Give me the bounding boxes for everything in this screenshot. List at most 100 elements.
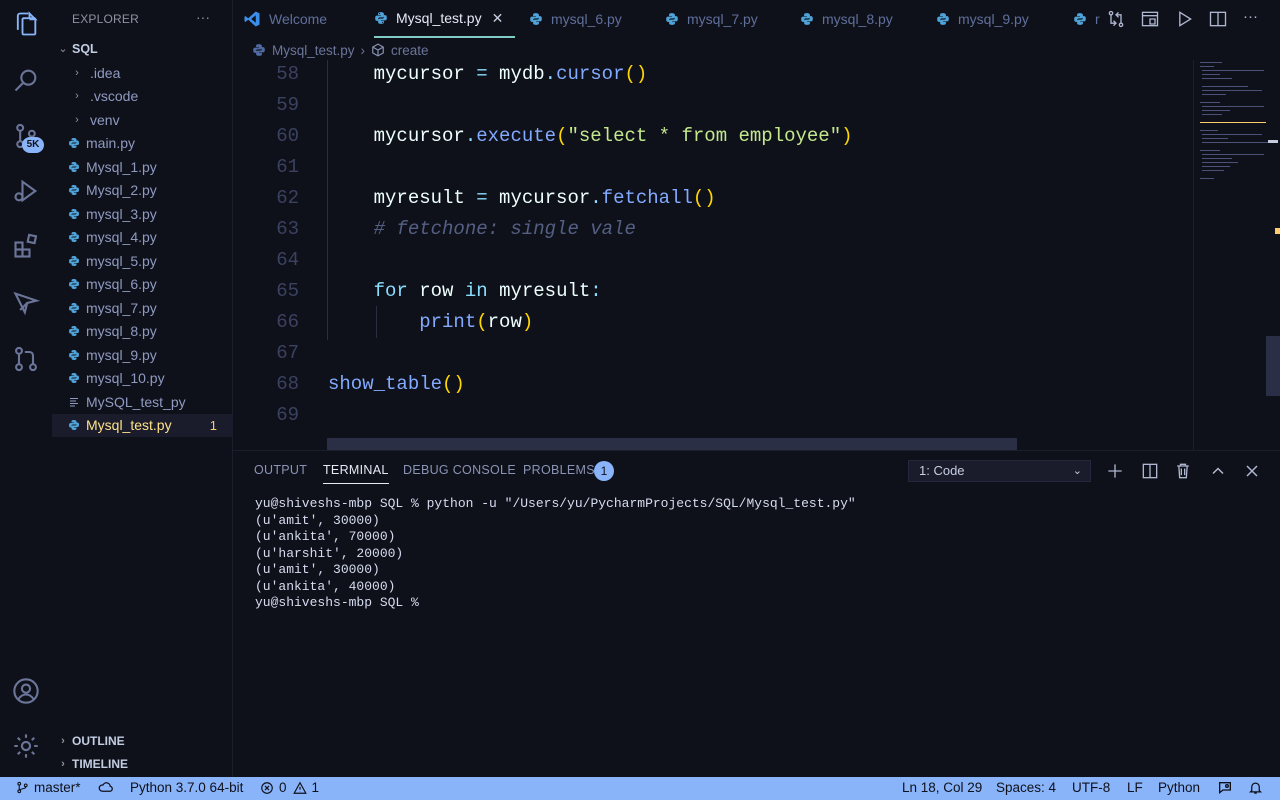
language-mode[interactable]: Python xyxy=(1158,780,1200,795)
scrollbar-thumb[interactable] xyxy=(1266,336,1280,396)
encoding[interactable]: UTF-8 xyxy=(1072,780,1110,795)
pull-request-icon[interactable] xyxy=(10,343,42,375)
tab-overflow[interactable]: r xyxy=(1073,0,1100,38)
tab-problems[interactable]: PROBLEMS xyxy=(523,463,595,477)
editor-tabs: Welcome Mysql_test.py ✕ mysql_6.py mysql… xyxy=(233,0,1280,38)
terminal-line: yu@shiveshs-mbp SQL % python -u "/Users/… xyxy=(255,496,856,511)
more-actions-icon[interactable]: ··· xyxy=(1243,8,1263,28)
horizontal-scrollbar[interactable] xyxy=(327,438,1017,450)
error-count: 0 xyxy=(279,780,287,795)
minimap-line xyxy=(1200,178,1214,179)
sync-status[interactable] xyxy=(98,780,118,795)
cursor-position[interactable]: Ln 18, Col 29 xyxy=(902,780,982,795)
tab-label: mysql_9.py xyxy=(958,11,1029,27)
split-editor-icon[interactable] xyxy=(1208,9,1228,29)
breadcrumb-file[interactable]: Mysql_test.py xyxy=(272,43,355,58)
trash-icon[interactable] xyxy=(1173,461,1193,481)
settings-gear-icon[interactable] xyxy=(10,730,42,762)
problems-status[interactable]: 0 1 xyxy=(260,780,319,795)
python-icon xyxy=(375,12,387,24)
line-number: 68 xyxy=(276,373,299,395)
end-of-line[interactable]: LF xyxy=(1127,780,1143,795)
minimap[interactable] xyxy=(1193,60,1268,450)
tab-mysql-7[interactable]: mysql_7.py xyxy=(665,0,758,38)
python-icon xyxy=(253,44,265,56)
terminal-output[interactable]: yu@shiveshs-mbp SQL % python -u "/Users/… xyxy=(255,496,856,612)
close-icon[interactable]: ✕ xyxy=(492,10,504,27)
tree-file[interactable]: Mysql_2.py xyxy=(52,179,233,202)
python-interpreter[interactable]: Python 3.7.0 64-bit xyxy=(130,780,243,795)
tree-folder[interactable]: › venv xyxy=(52,108,233,131)
tree-file[interactable]: mysql_5.py xyxy=(52,249,233,272)
tab-welcome[interactable]: Welcome xyxy=(243,0,327,38)
minimap-line xyxy=(1202,158,1232,159)
indentation[interactable]: Spaces: 4 xyxy=(996,780,1056,795)
tree-folder[interactable]: › .vscode xyxy=(52,85,233,108)
maximize-panel-icon[interactable] xyxy=(1208,461,1228,481)
explorer-icon[interactable] xyxy=(10,8,42,40)
feedback-status[interactable] xyxy=(1217,780,1238,796)
tab-mysql-test[interactable]: Mysql_test.py ✕ xyxy=(374,0,516,38)
tab-label: r xyxy=(1095,11,1100,27)
compare-changes-icon[interactable] xyxy=(1106,9,1126,29)
tree-file[interactable]: Mysql_test.py 1 xyxy=(52,413,233,437)
minimap-line xyxy=(1202,94,1226,95)
minimap-line xyxy=(1202,138,1228,139)
tree-file[interactable]: mysql_7.py xyxy=(52,296,233,319)
tab-mysql-9[interactable]: mysql_9.py xyxy=(936,0,1029,38)
outline-label: OUTLINE xyxy=(72,734,125,748)
run-debug-icon[interactable] xyxy=(10,175,42,207)
line-number: 61 xyxy=(276,156,299,178)
folder-sql[interactable]: ⌄ SQL xyxy=(52,37,233,60)
tab-mysql-6[interactable]: mysql_6.py xyxy=(529,0,622,38)
account-icon[interactable] xyxy=(10,675,42,707)
line-number: 62 xyxy=(276,187,299,209)
search-icon[interactable] xyxy=(10,64,42,96)
tree-file[interactable]: main.py xyxy=(52,132,233,155)
python-icon xyxy=(69,420,79,430)
extensions-icon[interactable] xyxy=(10,230,42,262)
terminal-select[interactable]: 1: Code ⌄ xyxy=(908,460,1091,482)
chevron-right-icon: › xyxy=(75,90,79,102)
minimap-line xyxy=(1202,106,1264,107)
line-number: 65 xyxy=(276,280,299,302)
tree-file[interactable]: Mysql_1.py xyxy=(52,155,233,178)
close-panel-icon[interactable] xyxy=(1242,461,1262,481)
branch-status[interactable]: master* xyxy=(16,780,81,795)
code-editor[interactable]: 58 59 60 61 62 63 64 65 66 67 68 69 mycu… xyxy=(233,60,1193,450)
explorer-sidebar: EXPLORER ··· ⌄ SQL › .idea › .vscode › venv ma… xyxy=(52,0,233,777)
run-file-icon[interactable] xyxy=(1174,9,1194,29)
tree-file[interactable]: mysql_9.py xyxy=(52,343,233,366)
tree-item-label: .vscode xyxy=(90,88,139,104)
tab-output[interactable]: OUTPUT xyxy=(254,463,307,477)
breadcrumb-symbol[interactable]: create xyxy=(391,43,429,58)
tree-file[interactable]: mysql_10.py xyxy=(52,367,233,390)
outline-section[interactable]: › OUTLINE xyxy=(52,730,233,752)
new-terminal-icon[interactable] xyxy=(1105,461,1125,481)
tree-file[interactable]: MySQL_test_py xyxy=(52,390,233,413)
tree-item-label: mysql_8.py xyxy=(86,323,157,339)
minimap-line xyxy=(1200,130,1218,131)
tree-file[interactable]: mysql_4.py xyxy=(52,226,233,249)
tree-file[interactable]: mysql_8.py xyxy=(52,320,233,343)
vertical-scrollbar[interactable] xyxy=(1266,60,1280,450)
timeline-section[interactable]: › TIMELINE xyxy=(52,753,233,775)
line-number: 59 xyxy=(276,94,299,116)
open-preview-icon[interactable] xyxy=(1140,9,1160,29)
tree-file[interactable]: mysql_6.py xyxy=(52,273,233,296)
tab-mysql-8[interactable]: mysql_8.py xyxy=(800,0,893,38)
tree-folder[interactable]: › .idea xyxy=(52,61,233,84)
explorer-more-button[interactable]: ··· xyxy=(196,9,210,25)
text-file-icon xyxy=(70,397,78,406)
notifications-status[interactable] xyxy=(1248,780,1268,795)
split-terminal-icon[interactable] xyxy=(1140,461,1160,481)
deploy-bird-icon[interactable] xyxy=(10,287,42,319)
terminal-select-value: 1: Code xyxy=(919,463,965,478)
terminal-line: (u'ankita', 70000) xyxy=(255,529,396,544)
line-number: 60 xyxy=(276,125,299,147)
tree-file[interactable]: mysql_3.py xyxy=(52,202,233,225)
tab-debug-console[interactable]: DEBUG CONSOLE xyxy=(403,463,516,477)
bell-icon xyxy=(1248,782,1263,794)
minimap-line xyxy=(1200,102,1220,103)
tab-terminal[interactable]: TERMINAL xyxy=(323,463,389,484)
